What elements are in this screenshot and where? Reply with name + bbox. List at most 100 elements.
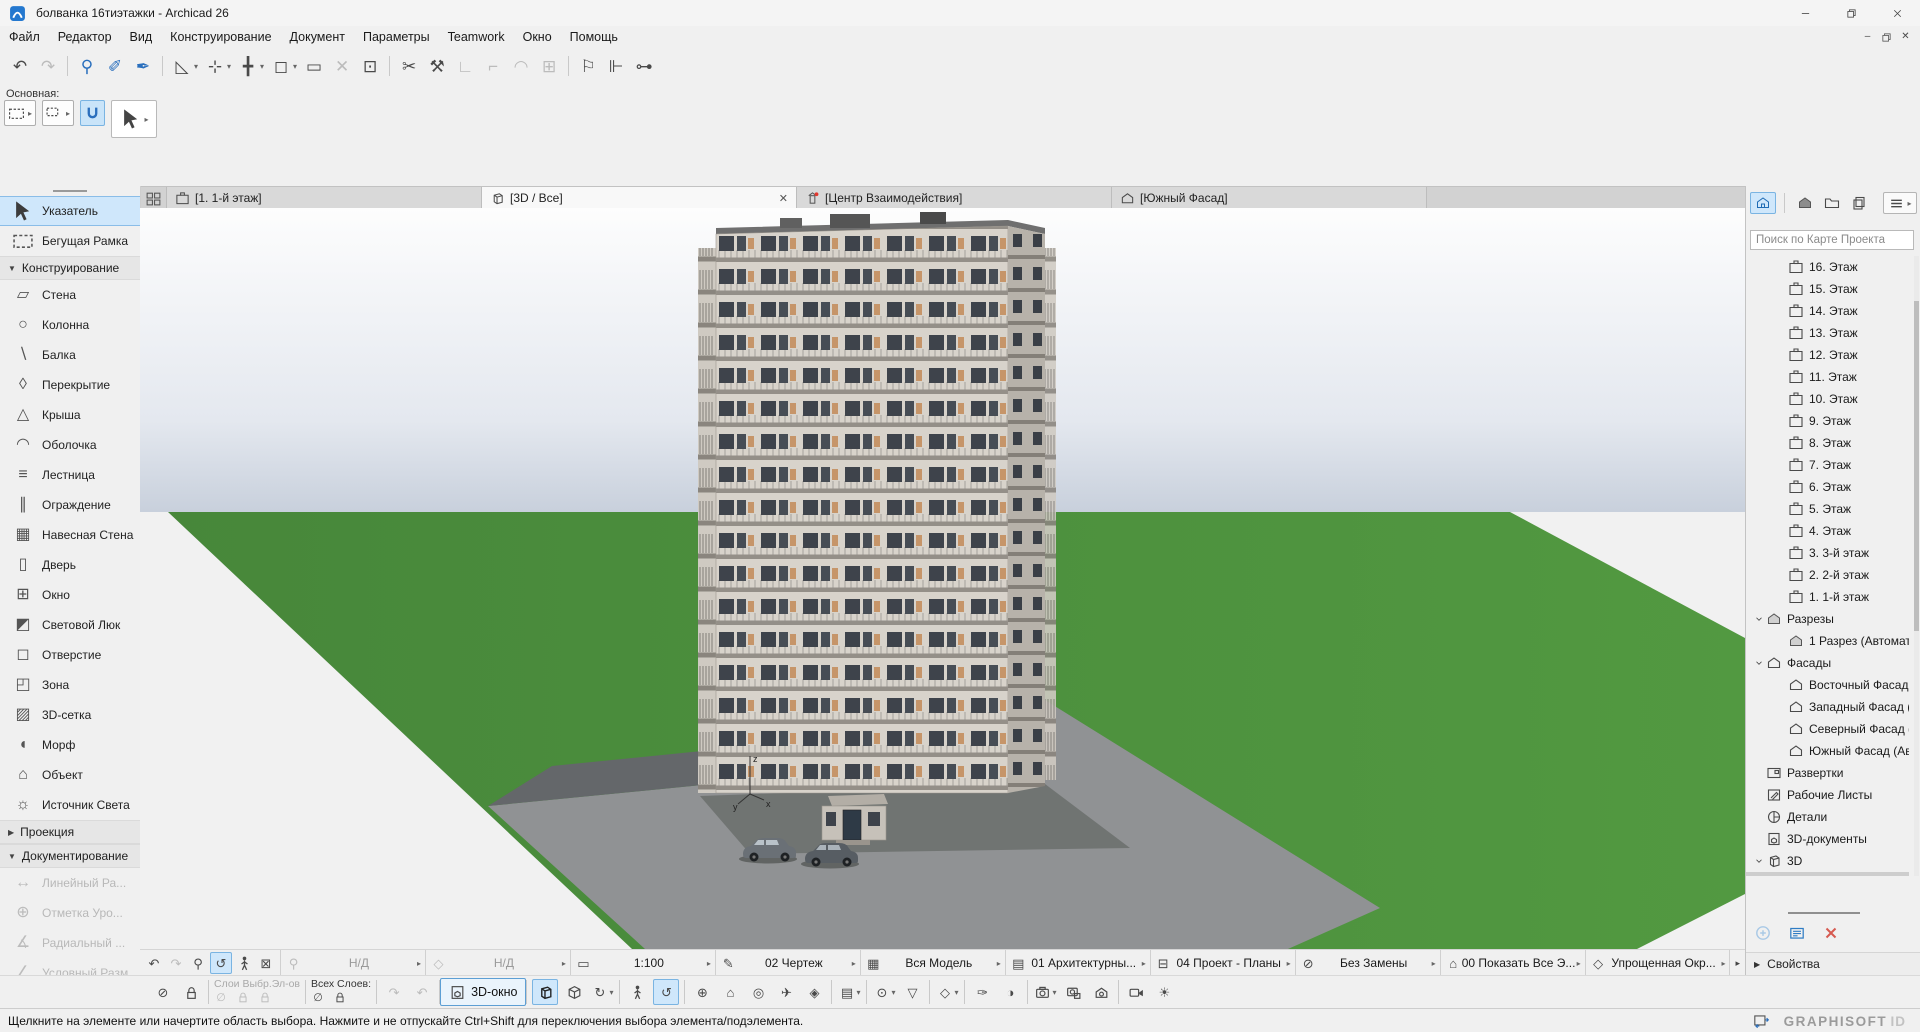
restore-button[interactable] [1828, 0, 1874, 26]
project-map-item-25[interactable]: Детали [1746, 806, 1909, 828]
chevron-down-icon[interactable]: ▾ [954, 988, 958, 997]
toolbox-item-8[interactable]: ◠Оболочка [0, 430, 140, 460]
style3d-icon-button[interactable]: ◇▾ [935, 980, 959, 1004]
close-button[interactable] [1874, 0, 1920, 26]
axonometry-icon-button[interactable] [562, 980, 586, 1004]
project-map-item-12[interactable]: 4. Этаж [1746, 520, 1909, 542]
toolbox-item-17[interactable]: ▨3D-сетка [0, 700, 140, 730]
forward-icon-button[interactable]: ↷ [166, 953, 186, 973]
toolbox-item-26[interactable]: ∠Условный Разм... [0, 958, 140, 975]
override-box-icon-button[interactable]: ⊙▾ [872, 980, 896, 1004]
toolbox-item-16[interactable]: ◰Зона [0, 670, 140, 700]
walk-icon-button[interactable] [625, 980, 649, 1004]
project-map-item-6[interactable]: 10. Этаж [1746, 388, 1909, 410]
project-map-item-8[interactable]: 8. Этаж [1746, 432, 1909, 454]
quick-option-0[interactable]: ⚲Н/Д▸ [280, 950, 425, 976]
add-viewpoint-button[interactable] [1754, 924, 1772, 945]
orbit-icon-button[interactable]: ↺ [210, 952, 232, 974]
window-3d-button[interactable]: 3D-окно [440, 978, 526, 1006]
toolbox-item-9[interactable]: ≡Лестница [0, 460, 140, 490]
look-to-icon-button[interactable]: ⊕ [690, 980, 714, 1004]
quick-option-5[interactable]: ▤01 Архитектурны...▸ [1005, 950, 1150, 976]
project-map-item-5[interactable]: 11. Этаж [1746, 366, 1909, 388]
project-map-item-15[interactable]: 1. 1-й этаж [1746, 586, 1909, 608]
toolbox-section-2[interactable]: ▼Конструирование [0, 256, 140, 280]
layer-combination-icon-button[interactable]: ▤▾ [837, 980, 861, 1004]
fillet-icon-button[interactable]: ◠ [507, 53, 535, 79]
chevron-down-icon[interactable]: ▾ [260, 62, 264, 71]
delete-button[interactable] [1822, 924, 1840, 945]
project-map-button[interactable] [1750, 192, 1776, 214]
redo-icon-button[interactable]: ↷ [34, 53, 62, 79]
toolbox-item-13[interactable]: ⊞Окно [0, 580, 140, 610]
toolbox-section-21[interactable]: ▶Проекция [0, 820, 140, 844]
toolbox-item-7[interactable]: △Крыша [0, 400, 140, 430]
edit-plane-icon-button[interactable]: ⊡ [356, 53, 384, 79]
material-icon-button[interactable]: ◑ [998, 980, 1022, 1004]
tab-3[interactable]: [Южный Фасад] [1112, 187, 1427, 209]
project-map-item-24[interactable]: Рабочие Листы [1746, 784, 1909, 806]
project-map-item-10[interactable]: 6. Этаж [1746, 476, 1909, 498]
filter-icon-button[interactable]: ▽ [900, 980, 924, 1004]
toolbox-item-4[interactable]: ○Колонна [0, 310, 140, 340]
house-camera-icon-button[interactable] [1089, 980, 1113, 1004]
lock-icon-button[interactable] [236, 990, 250, 1007]
trim-icon-button[interactable]: ∟ [451, 53, 479, 79]
toolbox-section-22[interactable]: ▼Документирование [0, 844, 140, 868]
chevron-down-icon[interactable]: ▾ [227, 62, 231, 71]
project-map-item-19[interactable]: Восточный Фасад ( [1746, 674, 1909, 696]
chevron-right-icon[interactable]: ▸ [28, 109, 32, 118]
tab-1[interactable]: [3D / Все]✕ [482, 187, 797, 209]
menu-item-7[interactable]: Окно [514, 30, 561, 44]
view-map-button[interactable] [1793, 193, 1817, 213]
toolbox-item-11[interactable]: ▦Навесная Стена [0, 520, 140, 550]
chevron-down-icon[interactable]: ▾ [1052, 988, 1056, 997]
video-camera-icon-button[interactable] [1124, 980, 1148, 1004]
project-map-item-13[interactable]: 3. 3-й этаж [1746, 542, 1909, 564]
coordinates-icon-button[interactable]: ⊹▾ [201, 53, 234, 79]
menu-item-8[interactable]: Помощь [561, 30, 627, 44]
camera-icon-button[interactable]: ▾ [1033, 980, 1057, 1004]
project-map-item-3[interactable]: 13. Этаж [1746, 322, 1909, 344]
settings-button[interactable] [1788, 924, 1806, 945]
toolbox-item-25[interactable]: ∡Радиальный ... [0, 928, 140, 958]
chevron-down-icon[interactable]: ▾ [293, 62, 297, 71]
walk-icon-button[interactable] [234, 953, 254, 973]
lock-icon-button[interactable] [179, 980, 203, 1004]
fly-icon-button[interactable]: ✈ [774, 980, 798, 1004]
magnet-button[interactable] [80, 100, 105, 126]
fit-icon-button[interactable]: ⊠ [256, 953, 276, 973]
inject-parameters-icon-button[interactable]: ✒ [129, 53, 157, 79]
adjust-icon-button[interactable]: ⚒ [423, 53, 451, 79]
project-map-item-28[interactable]: Общая Перспектива [1746, 872, 1909, 876]
toolbox-item-5[interactable]: ∖Балка [0, 340, 140, 370]
null-icon-button[interactable]: ∅ [311, 990, 325, 1007]
quick-option-2[interactable]: ▭1:100▸ [570, 950, 715, 976]
redo-icon-button[interactable]: ↷ [382, 980, 406, 1004]
chevron-down-icon[interactable]: ▾ [194, 62, 198, 71]
chevron-right-icon[interactable]: ▸ [66, 109, 70, 118]
toolbox-item-6[interactable]: ◊Перекрытие [0, 370, 140, 400]
tab-0[interactable]: [1. 1-й этаж] [167, 187, 482, 209]
lock-icon-button[interactable] [333, 990, 347, 1007]
close-tab-icon[interactable]: ✕ [779, 192, 788, 205]
menu-item-5[interactable]: Параметры [354, 30, 439, 44]
project-map-item-27[interactable]: 3D [1746, 850, 1909, 872]
null-icon-button[interactable]: ∅ [214, 990, 228, 1007]
corner-icon-button[interactable]: ⌐ [479, 53, 507, 79]
project-map-item-9[interactable]: 7. Этаж [1746, 454, 1909, 476]
pickup-parameters-icon-button[interactable]: ✐ [101, 53, 129, 79]
chevron-right-icon[interactable]: ▸ [145, 115, 149, 124]
tab-overview-button[interactable] [140, 187, 167, 209]
visibility-icon-button[interactable]: ⊘ [151, 980, 175, 1004]
menu-item-2[interactable]: Вид [121, 30, 162, 44]
layout-book-button[interactable] [1820, 193, 1844, 213]
minimize-button[interactable] [1782, 0, 1828, 26]
viewport-3d[interactable]: z y x [140, 208, 1745, 949]
project-map-item-14[interactable]: 2. 2-й этаж [1746, 564, 1909, 586]
quick-option-1[interactable]: ◇Н/Д▸ [425, 950, 570, 976]
publisher-button[interactable] [1847, 193, 1871, 213]
project-map-item-18[interactable]: Фасады [1746, 652, 1909, 674]
project-map-item-26[interactable]: 3D-документы [1746, 828, 1909, 850]
chevron-down-icon[interactable]: ▾ [609, 988, 613, 997]
